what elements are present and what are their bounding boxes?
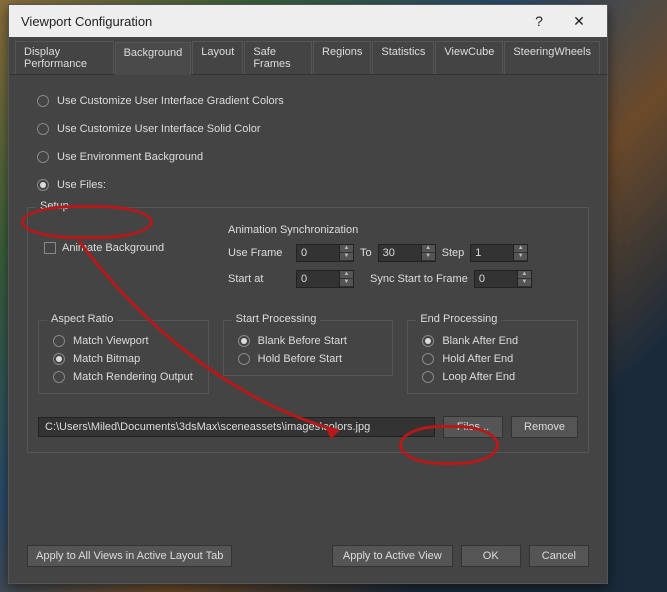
radio-label: Use Environment Background xyxy=(57,151,203,163)
to-label: To xyxy=(360,247,372,259)
tab-steeringwheels[interactable]: SteeringWheels xyxy=(504,41,600,74)
radio-label: Use Customize User Interface Gradient Co… xyxy=(57,95,284,107)
end-processing-legend: End Processing xyxy=(416,313,501,325)
radio-label: Hold After End xyxy=(442,353,513,365)
radio-hold-before-start[interactable]: Hold Before Start xyxy=(238,353,383,365)
start-at-input[interactable] xyxy=(297,271,339,287)
radio-gradient-colors[interactable]: Use Customize User Interface Gradient Co… xyxy=(37,95,589,107)
cancel-button[interactable]: Cancel xyxy=(529,545,589,567)
spinner-up-icon[interactable]: ▲ xyxy=(340,245,353,253)
titlebar: Viewport Configuration ? ✕ xyxy=(9,5,607,37)
tab-background[interactable]: Background xyxy=(115,42,192,75)
radio-match-bitmap[interactable]: Match Bitmap xyxy=(53,353,198,365)
radio-icon xyxy=(37,95,49,107)
radio-icon xyxy=(53,353,65,365)
radio-solid-color[interactable]: Use Customize User Interface Solid Color xyxy=(37,123,589,135)
dialog-title: Viewport Configuration xyxy=(21,14,152,29)
tab-content: Use Customize User Interface Gradient Co… xyxy=(9,75,607,463)
radio-icon xyxy=(238,335,250,347)
remove-button[interactable]: Remove xyxy=(511,416,578,438)
start-at-label: Start at xyxy=(228,273,290,285)
apply-active-button[interactable]: Apply to Active View xyxy=(332,545,453,567)
radio-match-rendering[interactable]: Match Rendering Output xyxy=(53,371,198,383)
radio-label: Blank Before Start xyxy=(258,335,347,347)
setup-fieldset: Setup Animation Synchronization Use Fram… xyxy=(27,207,589,453)
radio-icon xyxy=(37,123,49,135)
start-processing-fieldset: Start Processing Blank Before Start Hold… xyxy=(223,320,394,376)
spinner-up-icon[interactable]: ▲ xyxy=(422,245,435,253)
step-spinner[interactable]: ▲▼ xyxy=(470,244,528,262)
radio-icon xyxy=(422,335,434,347)
sync-start-label: Sync Start to Frame xyxy=(370,273,468,285)
radio-label: Use Customize User Interface Solid Color xyxy=(57,123,261,135)
radio-environment-bg[interactable]: Use Environment Background xyxy=(37,151,589,163)
radio-icon xyxy=(422,371,434,383)
use-frame-spinner[interactable]: ▲▼ xyxy=(296,244,354,262)
apply-all-button[interactable]: Apply to All Views in Active Layout Tab xyxy=(27,545,232,567)
checkbox-label: Animate Background xyxy=(62,242,164,254)
aspect-ratio-legend: Aspect Ratio xyxy=(47,313,117,325)
radio-label: Use Files: xyxy=(57,179,106,191)
radio-icon xyxy=(53,335,65,347)
radio-label: Match Viewport xyxy=(73,335,149,347)
spinner-up-icon[interactable]: ▲ xyxy=(518,271,531,279)
tab-statistics[interactable]: Statistics xyxy=(372,41,434,74)
spinner-down-icon[interactable]: ▼ xyxy=(514,253,527,261)
radio-label: Loop After End xyxy=(442,371,515,383)
radio-use-files[interactable]: Use Files: xyxy=(37,179,589,191)
sync-start-spinner[interactable]: ▲▼ xyxy=(474,270,532,288)
tab-layout[interactable]: Layout xyxy=(192,41,243,74)
spinner-down-icon[interactable]: ▼ xyxy=(422,253,435,261)
radio-icon xyxy=(37,179,49,191)
tab-strip: Display Performance Background Layout Sa… xyxy=(9,37,607,75)
spinner-up-icon[interactable]: ▲ xyxy=(514,245,527,253)
file-path-input[interactable] xyxy=(38,417,435,437)
radio-label: Blank After End xyxy=(442,335,518,347)
spinner-down-icon[interactable]: ▼ xyxy=(518,279,531,287)
radio-icon xyxy=(422,353,434,365)
radio-blank-after-end[interactable]: Blank After End xyxy=(422,335,567,347)
to-spinner[interactable]: ▲▼ xyxy=(378,244,436,262)
use-frame-input[interactable] xyxy=(297,245,339,261)
radio-label: Match Rendering Output xyxy=(73,371,193,383)
viewport-config-dialog: Viewport Configuration ? ✕ Display Perfo… xyxy=(8,4,608,584)
checkbox-icon xyxy=(44,242,56,254)
radio-label: Hold Before Start xyxy=(258,353,342,365)
tab-regions[interactable]: Regions xyxy=(313,41,371,74)
radio-blank-before-start[interactable]: Blank Before Start xyxy=(238,335,383,347)
radio-icon xyxy=(53,371,65,383)
radio-label: Match Bitmap xyxy=(73,353,140,365)
spinner-down-icon[interactable]: ▼ xyxy=(340,279,353,287)
bottom-button-bar: Apply to All Views in Active Layout Tab … xyxy=(27,545,589,567)
ok-button[interactable]: OK xyxy=(461,545,521,567)
aspect-ratio-fieldset: Aspect Ratio Match Viewport Match Bitmap… xyxy=(38,320,209,394)
radio-match-viewport[interactable]: Match Viewport xyxy=(53,335,198,347)
step-input[interactable] xyxy=(471,245,513,261)
help-button[interactable]: ? xyxy=(519,7,559,35)
end-processing-fieldset: End Processing Blank After End Hold Afte… xyxy=(407,320,578,394)
tab-display-performance[interactable]: Display Performance xyxy=(15,41,114,74)
setup-legend: Setup xyxy=(36,200,73,212)
close-button[interactable]: ✕ xyxy=(559,7,599,35)
animation-sync-section: Animation Synchronization Use Frame ▲▼ T… xyxy=(228,224,578,288)
files-button[interactable]: Files... xyxy=(443,416,503,438)
tab-viewcube[interactable]: ViewCube xyxy=(435,41,503,74)
radio-loop-after-end[interactable]: Loop After End xyxy=(422,371,567,383)
spinner-down-icon[interactable]: ▼ xyxy=(340,253,353,261)
spinner-up-icon[interactable]: ▲ xyxy=(340,271,353,279)
start-at-spinner[interactable]: ▲▼ xyxy=(296,270,354,288)
sync-start-input[interactable] xyxy=(475,271,517,287)
start-processing-legend: Start Processing xyxy=(232,313,321,325)
tab-safe-frames[interactable]: Safe Frames xyxy=(244,41,312,74)
radio-hold-after-end[interactable]: Hold After End xyxy=(422,353,567,365)
animation-sync-title: Animation Synchronization xyxy=(228,224,578,236)
radio-icon xyxy=(238,353,250,365)
step-label: Step xyxy=(442,247,465,259)
use-frame-label: Use Frame xyxy=(228,247,290,259)
to-input[interactable] xyxy=(379,245,421,261)
radio-icon xyxy=(37,151,49,163)
